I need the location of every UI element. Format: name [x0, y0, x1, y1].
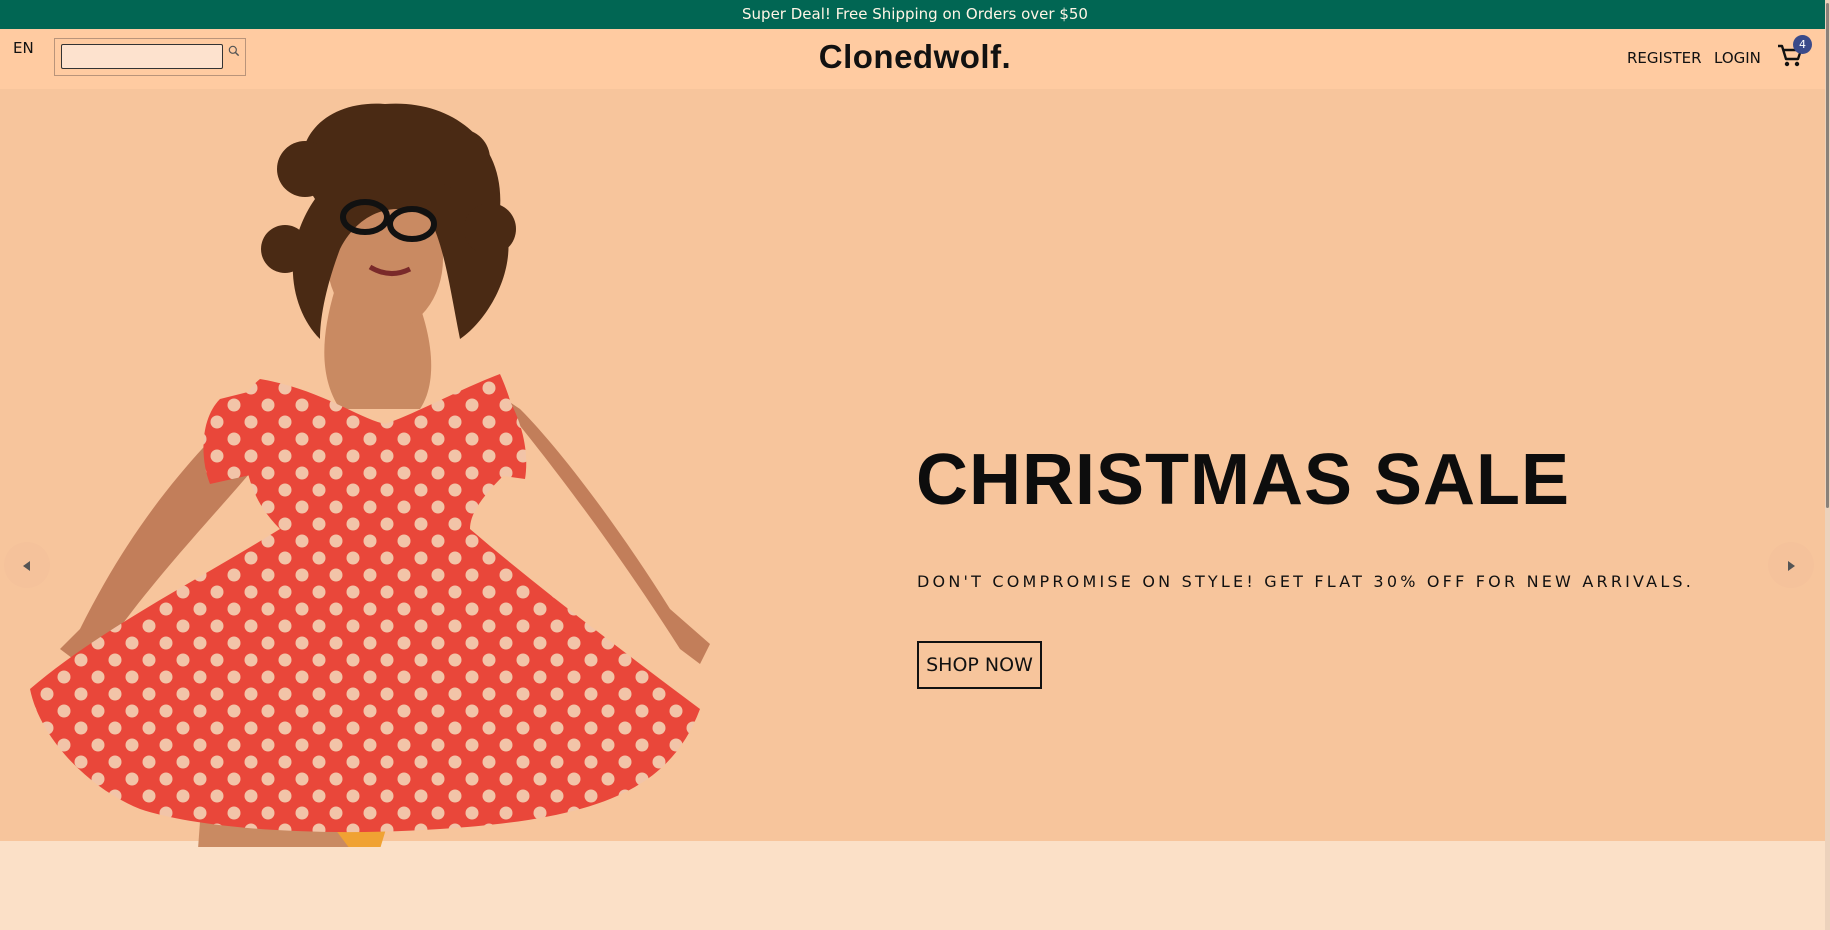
hero-subtitle: DON'T COMPROMISE ON STYLE! GET FLAT 30% …: [917, 572, 1695, 591]
register-link[interactable]: REGISTER: [1627, 49, 1702, 67]
cart-count-badge: 4: [1793, 35, 1812, 54]
carousel-next-button[interactable]: [1768, 542, 1814, 588]
arrow-left-icon: [23, 561, 30, 571]
hero-slide: CHRISTMAS SALE DON'T COMPROMISE ON STYLE…: [0, 89, 1825, 847]
arrow-right-icon: [1788, 561, 1795, 571]
hero-model-image: [30, 103, 710, 847]
site-logo[interactable]: Clonedwolf.: [0, 38, 1830, 76]
scrollbar-thumb[interactable]: [1826, 3, 1829, 508]
hero-title: CHRISTMAS SALE: [916, 440, 1571, 520]
announcement-text: Super Deal! Free Shipping on Orders over…: [742, 5, 1088, 23]
announcement-bar: Super Deal! Free Shipping on Orders over…: [0, 0, 1830, 29]
navbar: EN Clonedwolf. REGISTER LOGIN 4: [0, 29, 1830, 89]
shop-now-button[interactable]: SHOP NOW: [917, 641, 1042, 689]
carousel-prev-button[interactable]: [4, 542, 50, 588]
login-link[interactable]: LOGIN: [1714, 49, 1761, 67]
